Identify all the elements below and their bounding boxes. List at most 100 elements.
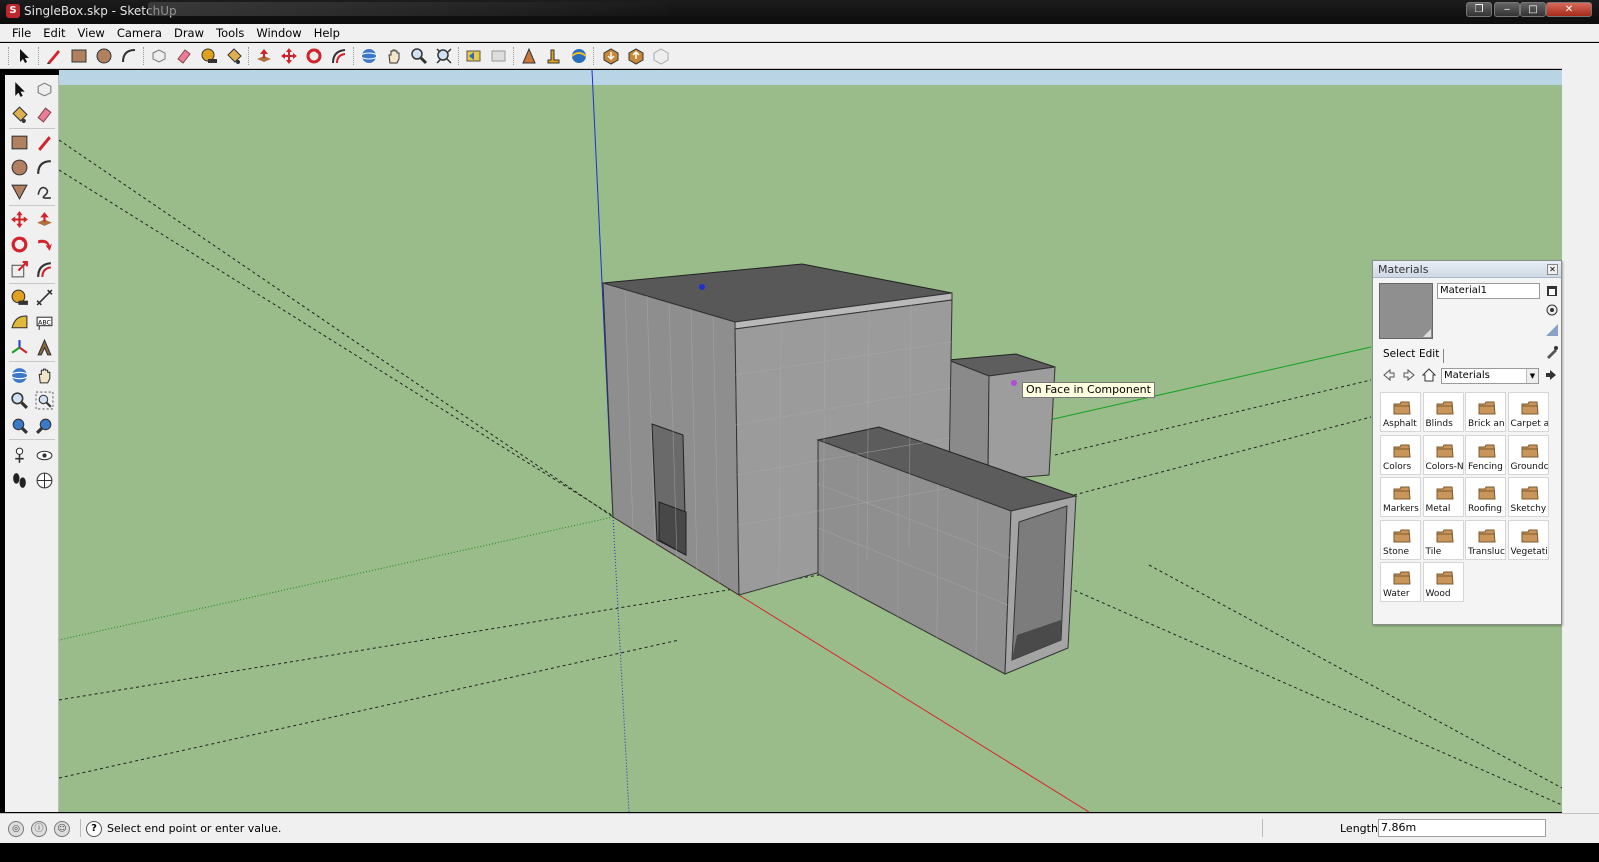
section-plane-icon[interactable] <box>32 468 56 492</box>
sign-in-icon[interactable]: ☺ <box>54 821 70 837</box>
material-preview-swatch[interactable] <box>1379 283 1433 339</box>
rectangle-tool-icon[interactable] <box>68 45 90 67</box>
walk-tool-icon[interactable] <box>543 45 565 67</box>
pencil-tool-icon[interactable] <box>43 45 65 67</box>
next-view-icon[interactable] <box>488 45 510 67</box>
model-viewport[interactable]: On Face in Component <box>59 70 1562 812</box>
zoom-extents-icon[interactable] <box>7 413 31 437</box>
toolbar-grip[interactable] <box>593 47 596 65</box>
zoom-extents-icon[interactable] <box>433 45 455 67</box>
pan-tool-icon[interactable] <box>383 45 405 67</box>
move-tool-icon[interactable] <box>7 207 31 231</box>
close-button[interactable]: ✕ <box>1546 2 1592 17</box>
paint-bucket-icon[interactable] <box>7 102 31 126</box>
restore-icon[interactable]: ❐ <box>1466 2 1492 17</box>
material-collection-item[interactable]: Metal <box>1422 477 1464 517</box>
toolbar-grip[interactable] <box>38 47 41 65</box>
toolbar-grip[interactable] <box>513 47 516 65</box>
toolbar-grip[interactable] <box>458 47 461 65</box>
default-material-icon[interactable] <box>1545 323 1559 337</box>
zoom-tool-icon[interactable] <box>7 388 31 412</box>
get-models-icon[interactable] <box>600 45 622 67</box>
offset-tool-icon[interactable] <box>328 45 350 67</box>
menu-window[interactable]: Window <box>250 24 307 41</box>
material-collection-item[interactable]: Transluc <box>1465 519 1506 560</box>
arc-tool-icon[interactable] <box>118 45 140 67</box>
move-tool-icon[interactable] <box>278 45 300 67</box>
dimension-tool-icon[interactable] <box>32 285 56 309</box>
walk-tool-icon[interactable] <box>7 468 31 492</box>
select-tool-icon[interactable] <box>13 45 35 67</box>
toolbar-grip[interactable] <box>8 47 11 65</box>
material-name-field[interactable]: Material1 <box>1437 283 1540 299</box>
back-arrow-icon[interactable] <box>1381 367 1397 383</box>
freehand-tool-icon[interactable] <box>32 179 56 203</box>
material-collection-item[interactable]: Vegetatic <box>1507 519 1549 560</box>
display-secondary-pane-icon[interactable] <box>1545 303 1559 317</box>
forward-arrow-icon[interactable] <box>1401 367 1417 383</box>
tape-measure-icon[interactable] <box>198 45 220 67</box>
previous-view-icon[interactable] <box>463 45 485 67</box>
rectangle-tool-icon[interactable] <box>7 130 31 154</box>
model-scene[interactable] <box>59 70 1562 812</box>
close-icon[interactable]: ✕ <box>1547 264 1558 275</box>
tab-select[interactable]: Select <box>1379 347 1419 361</box>
material-collection-item[interactable]: Tile <box>1422 519 1464 560</box>
line-tool-icon[interactable] <box>32 130 56 154</box>
axes-tool-icon[interactable] <box>7 335 31 359</box>
materials-title-bar[interactable]: Materials ✕ <box>1373 261 1561 278</box>
tape-measure-icon[interactable] <box>7 285 31 309</box>
orbit-tool-icon[interactable] <box>358 45 380 67</box>
circle-tool-icon[interactable] <box>93 45 115 67</box>
make-component-icon[interactable] <box>148 45 170 67</box>
protractor-tool-icon[interactable] <box>7 310 31 334</box>
rotate-tool-icon[interactable] <box>7 232 31 256</box>
share-model-icon[interactable] <box>625 45 647 67</box>
toolbar-grip[interactable] <box>353 47 356 65</box>
3d-warehouse-icon[interactable] <box>650 45 672 67</box>
menu-camera[interactable]: Camera <box>111 24 168 41</box>
push-pull-icon[interactable] <box>32 207 56 231</box>
position-camera-icon[interactable] <box>7 443 31 467</box>
eraser-tool-icon[interactable] <box>32 102 56 126</box>
menu-file[interactable]: File <box>0 24 37 41</box>
follow-me-icon[interactable] <box>32 232 56 256</box>
material-collection-item[interactable]: Colors <box>1380 434 1421 475</box>
paint-bucket-icon[interactable] <box>223 45 245 67</box>
material-collection-item[interactable]: Water <box>1380 562 1421 602</box>
measurements-box[interactable]: 7.86m <box>1378 819 1546 837</box>
material-collection-item[interactable]: Roofing <box>1465 477 1506 517</box>
material-collection-item[interactable]: Markers <box>1380 477 1421 517</box>
rotate-tool-icon[interactable] <box>303 45 325 67</box>
maximize-button[interactable]: □ <box>1520 2 1546 17</box>
material-collection-item[interactable]: Fencing <box>1465 434 1506 475</box>
help-icon[interactable]: ? <box>86 821 102 837</box>
menu-view[interactable]: View <box>72 24 111 41</box>
previous-view-icon[interactable] <box>32 413 56 437</box>
make-component-icon[interactable] <box>32 77 56 101</box>
tab-edit[interactable]: Edit <box>1415 347 1443 361</box>
push-pull-icon[interactable] <box>253 45 275 67</box>
menu-edit[interactable]: Edit <box>37 24 71 41</box>
minimize-button[interactable]: ‒ <box>1494 2 1520 17</box>
pan-tool-icon[interactable] <box>32 363 56 387</box>
toolbar-grip[interactable] <box>248 47 251 65</box>
material-collection-item[interactable]: Brick and <box>1465 392 1506 432</box>
zoom-tool-icon[interactable] <box>408 45 430 67</box>
polygon-tool-icon[interactable] <box>7 179 31 203</box>
sample-paint-icon[interactable] <box>1545 345 1559 359</box>
look-around-icon[interactable] <box>32 443 56 467</box>
material-collection-item[interactable]: Groundc <box>1507 434 1549 475</box>
offset-tool-icon[interactable] <box>32 257 56 281</box>
select-tool-icon[interactable] <box>7 77 31 101</box>
menu-tools[interactable]: Tools <box>210 24 250 41</box>
3d-text-icon[interactable] <box>32 335 56 359</box>
scale-tool-icon[interactable] <box>7 257 31 281</box>
position-camera-icon[interactable] <box>518 45 540 67</box>
material-collection-item[interactable]: Wood <box>1422 562 1464 602</box>
circle-tool-icon[interactable] <box>7 155 31 179</box>
material-collection-item[interactable]: Carpet a <box>1507 392 1549 432</box>
zoom-window-icon[interactable] <box>32 388 56 412</box>
text-tool-icon[interactable]: ABC <box>32 310 56 334</box>
library-dropdown[interactable]: Materials ▼ <box>1441 368 1539 384</box>
